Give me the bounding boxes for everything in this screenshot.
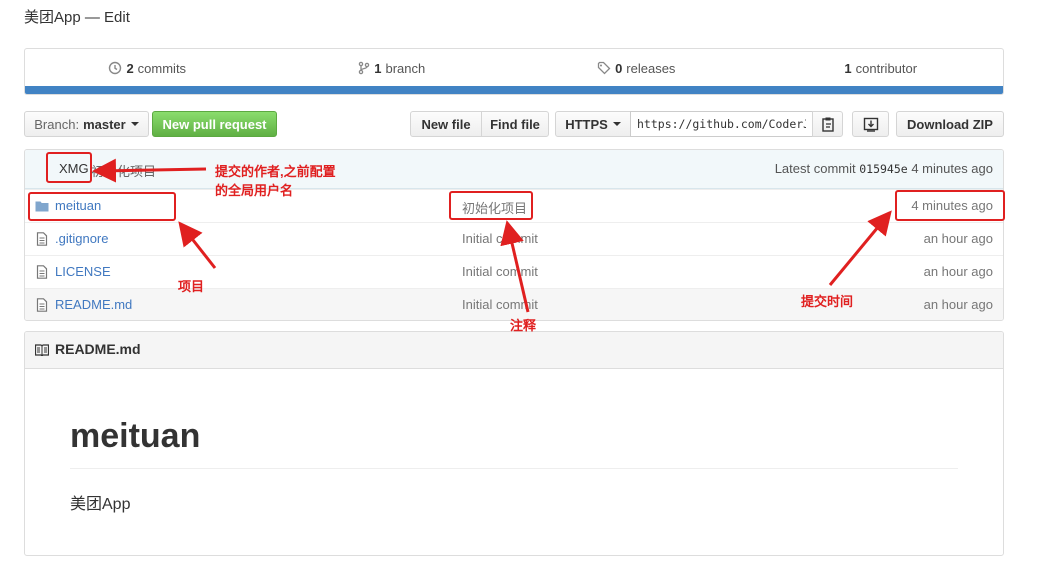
file-commit-message[interactable]: Initial commit (462, 297, 538, 312)
author-highlight-box (46, 152, 92, 183)
file-age: an hour ago (923, 297, 993, 312)
copy-url-button[interactable] (812, 111, 843, 137)
time-highlight-box (895, 190, 1005, 221)
file-commit-message[interactable]: Initial commit (462, 231, 538, 246)
caret-down-icon (130, 122, 139, 126)
author-annotation: 提交的作者,之前配置 的全局用户名 (215, 162, 336, 200)
new-file-button[interactable]: New file (410, 111, 482, 137)
branches-count: 1 (374, 60, 382, 76)
repo-name: 美团App (24, 9, 81, 26)
author-annotation-line2: 的全局用户名 (215, 183, 294, 198)
find-file-button[interactable]: Find file (481, 111, 549, 137)
file-name[interactable]: .gitignore (55, 231, 108, 246)
download-icon (863, 117, 878, 132)
branch-icon (358, 61, 370, 75)
file-commit-message[interactable]: Initial commit (462, 264, 538, 279)
file-icon (36, 232, 48, 246)
table-row: LICENSE Initial commit an hour ago (25, 255, 1003, 288)
tag-icon (597, 61, 611, 75)
readme-body: 美团App (70, 496, 131, 513)
edit-link[interactable]: Edit (104, 9, 130, 26)
contributors-label: contributor (855, 60, 918, 76)
time-annotation: 提交时间 (801, 294, 854, 309)
commit-sha[interactable]: 015945e (859, 162, 907, 176)
branch-name: master (83, 116, 126, 132)
open-desktop-button[interactable] (852, 111, 889, 137)
latest-commit-prefix: Latest commit (774, 161, 856, 176)
numbers-summary: 2 commits 1 branch 0 releases 1 contribu… (24, 48, 1004, 95)
message-highlight-box (449, 191, 533, 220)
readme-divider (70, 468, 958, 469)
caret-down-icon (612, 122, 621, 126)
readme-heading: meituan (70, 417, 201, 455)
branches-label: branch (385, 60, 426, 76)
contributors-count: 1 (844, 60, 852, 76)
clipboard-icon (821, 117, 834, 132)
book-icon (35, 344, 49, 356)
latest-commit-bar: XMG 初始化项目 Latest commit 015945e 4 minute… (25, 150, 1003, 189)
readme-header: README.md (25, 332, 1003, 369)
releases-count: 0 (615, 60, 623, 76)
protocol-label: HTTPS (565, 116, 608, 132)
branches-link[interactable]: 1 branch (270, 61, 515, 76)
title-separator: — (84, 9, 100, 26)
file-age: an hour ago (923, 264, 993, 279)
protocol-select-button[interactable]: HTTPS (555, 111, 631, 137)
commits-label: commits (137, 60, 187, 76)
readme-panel: README.md meituan 美团App (24, 331, 1004, 556)
commits-link[interactable]: 2 commits (25, 61, 270, 76)
project-highlight-box (28, 192, 176, 221)
download-zip-button[interactable]: Download ZIP (896, 111, 1004, 137)
file-age: an hour ago (923, 231, 993, 246)
table-row: .gitignore Initial commit an hour ago (25, 222, 1003, 255)
language-bar (25, 86, 1003, 94)
comment-annotation: 注释 (510, 318, 537, 333)
readme-header-title: README.md (55, 341, 141, 357)
project-annotation: 项目 (178, 279, 205, 294)
page-title: 美团App — Edit (24, 6, 130, 27)
file-icon (36, 265, 48, 279)
history-icon (109, 61, 122, 75)
file-icon (36, 298, 48, 312)
file-table: XMG 初始化项目 Latest commit 015945e 4 minute… (24, 149, 1004, 321)
commits-count: 2 (126, 60, 134, 76)
new-pull-request-button[interactable]: New pull request (152, 111, 277, 137)
author-annotation-line1: 提交的作者,之前配置 (215, 164, 336, 179)
file-name[interactable]: README.md (55, 297, 132, 312)
branch-prefix: Branch: (34, 116, 80, 132)
releases-link[interactable]: 0 releases (514, 61, 759, 76)
releases-label: releases (626, 60, 676, 76)
branch-select-button[interactable]: Branch: master (24, 111, 149, 137)
commit-message[interactable]: 初始化项目 (91, 161, 156, 180)
file-name[interactable]: LICENSE (55, 264, 111, 279)
latest-commit-info: Latest commit 015945e 4 minutes ago (775, 161, 993, 176)
contributors-link[interactable]: 1 contributor (759, 61, 1004, 76)
clone-url-input[interactable] (630, 111, 813, 137)
commit-age: 4 minutes ago (911, 161, 993, 176)
